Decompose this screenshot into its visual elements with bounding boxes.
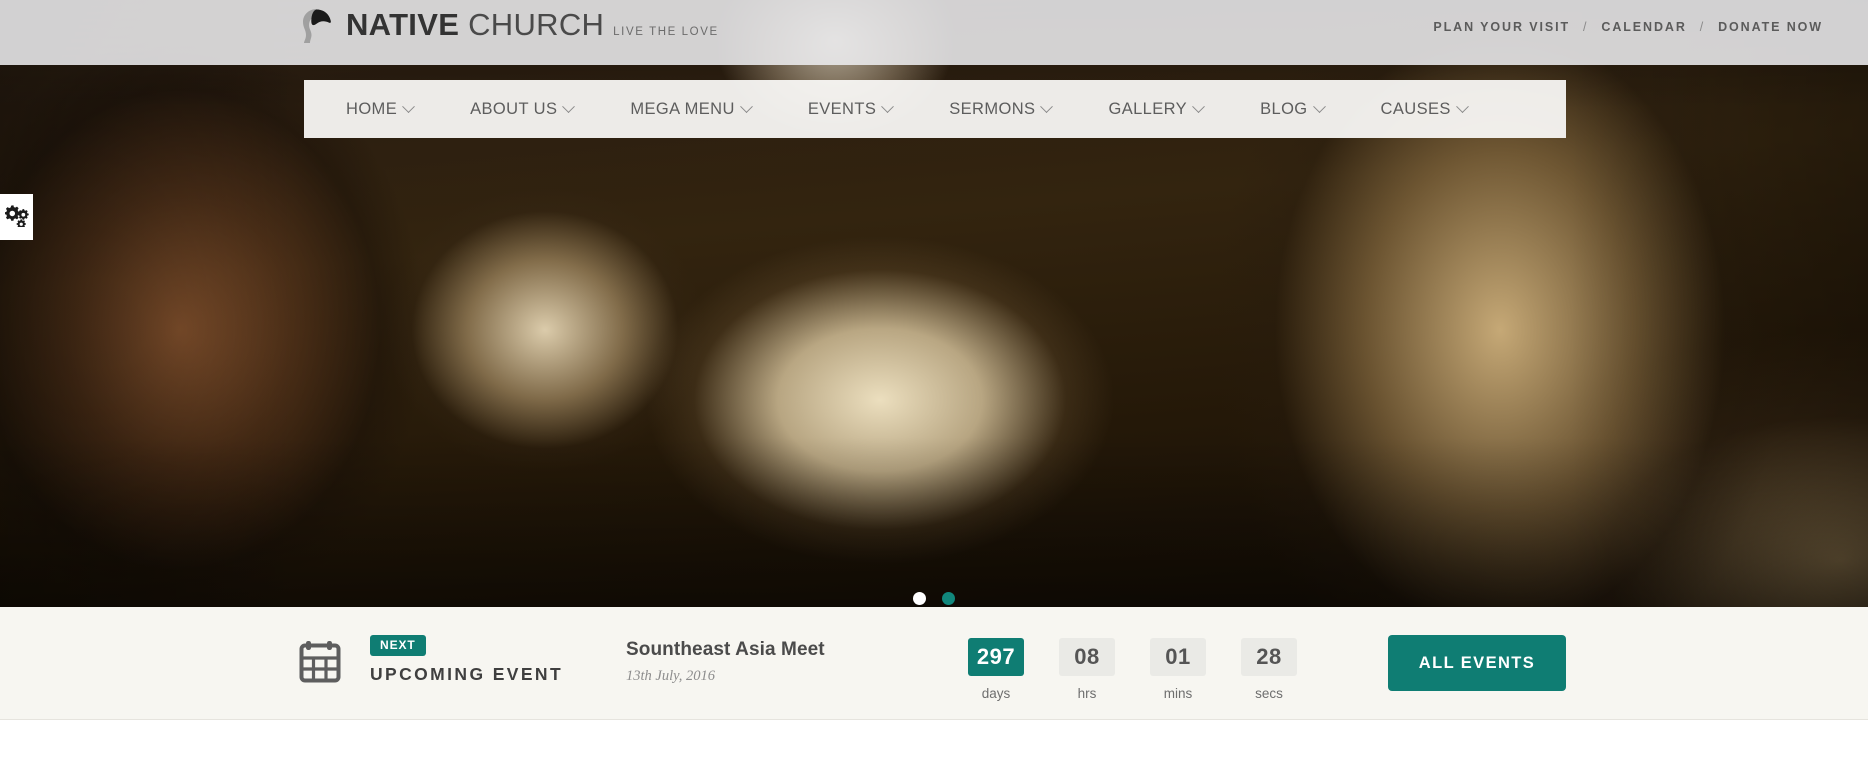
upcoming-event-bar: NEXT UPCOMING EVENT Sountheast Asia Meet… [0, 607, 1868, 720]
top-link-calendar[interactable]: CALENDAR [1601, 20, 1686, 34]
logo-name-light: CHURCH [468, 7, 605, 42]
nav-item-home[interactable]: HOME [346, 99, 415, 119]
nav-item-label: MEGA MENU [630, 99, 735, 118]
nav-item-label: EVENTS [807, 99, 877, 118]
gears-settings-icon [3, 203, 29, 232]
chevron-down-icon [881, 99, 895, 113]
chevron-down-icon [1312, 99, 1326, 113]
countdown-hours: 08 hrs [1059, 638, 1115, 701]
countdown-days-label: days [981, 686, 1011, 701]
chevron-down-icon [1455, 99, 1469, 113]
slider-dots [913, 592, 955, 605]
nav-item-label: BLOG [1260, 99, 1308, 118]
nav-item-gallery[interactable]: GALLERY [1108, 99, 1205, 119]
next-badge: NEXT [370, 635, 426, 656]
site-header: NATIVE CHURCH LIVE THE LOVE PLAN YOUR VI… [0, 0, 1868, 65]
countdown-seconds-label: secs [1255, 686, 1283, 701]
event-details[interactable]: Sountheast Asia Meet 13th July, 2016 [626, 639, 825, 685]
countdown-seconds-value: 28 [1241, 638, 1297, 676]
all-events-button[interactable]: ALL EVENTS [1388, 635, 1566, 691]
nav-item-about-us[interactable]: ABOUT US [470, 99, 576, 119]
nav-item-label: SERMONS [949, 99, 1036, 118]
upcoming-event-heading: UPCOMING EVENT [370, 663, 564, 684]
logo-tagline: LIVE THE LOVE [613, 26, 719, 38]
nav-item-causes[interactable]: CAUSES [1380, 99, 1469, 119]
countdown-days: 297 days [968, 638, 1024, 701]
header-utility-links: PLAN YOUR VISIT / CALENDAR / DONATE NOW [1433, 20, 1823, 34]
countdown-minutes-label: mins [1163, 686, 1193, 701]
page-root: NATIVE CHURCH LIVE THE LOVE PLAN YOUR VI… [0, 0, 1868, 771]
countdown-days-value: 297 [968, 638, 1024, 676]
countdown-seconds: 28 secs [1241, 638, 1297, 701]
nav-item-mega-menu[interactable]: MEGA MENU [630, 99, 753, 119]
nav-item-label: GALLERY [1108, 99, 1188, 118]
countdown-hours-label: hrs [1077, 686, 1097, 701]
leaf-logo-icon [297, 6, 337, 48]
chevron-down-icon [739, 99, 753, 113]
event-title: Sountheast Asia Meet [626, 639, 825, 660]
chevron-down-icon [1192, 99, 1205, 113]
site-logo[interactable]: NATIVE CHURCH LIVE THE LOVE [297, 4, 719, 62]
event-countdown: 297 days 08 hrs 01 mins 28 secs [968, 638, 1297, 701]
nav-item-events[interactable]: EVENTS [807, 99, 895, 119]
logo-name-bold: NATIVE [346, 7, 460, 42]
calendar-icon [298, 635, 354, 691]
nav-item-label: HOME [346, 99, 398, 118]
top-link-separator-2: / [1699, 20, 1706, 34]
countdown-hours-value: 08 [1059, 638, 1115, 676]
nav-item-label: ABOUT US [470, 99, 558, 118]
chevron-down-icon [562, 99, 576, 113]
nav-item-label: CAUSES [1380, 99, 1451, 118]
page-content-area [0, 720, 1868, 771]
nav-item-sermons[interactable]: SERMONS [949, 99, 1054, 119]
top-link-separator-1: / [1583, 20, 1589, 34]
top-link-plan-your-visit[interactable]: PLAN YOUR VISIT [1433, 20, 1570, 34]
nav-item-blog[interactable]: BLOG [1260, 99, 1326, 119]
chevron-down-icon [402, 99, 415, 113]
countdown-minutes: 01 mins [1150, 638, 1206, 701]
event-date: 13th July, 2016 [626, 668, 716, 684]
countdown-minutes-value: 01 [1150, 638, 1206, 676]
settings-widget-button[interactable] [0, 194, 33, 240]
main-navigation: HOME ABOUT US MEGA MENU EVENTS SERMONS G… [304, 80, 1566, 138]
chevron-down-icon [1040, 99, 1054, 113]
top-link-donate-now[interactable]: DONATE NOW [1718, 20, 1823, 34]
event-heading-group: NEXT UPCOMING EVENT [370, 635, 563, 685]
slider-dot-2[interactable] [942, 592, 955, 605]
slider-dot-1[interactable] [913, 592, 926, 605]
